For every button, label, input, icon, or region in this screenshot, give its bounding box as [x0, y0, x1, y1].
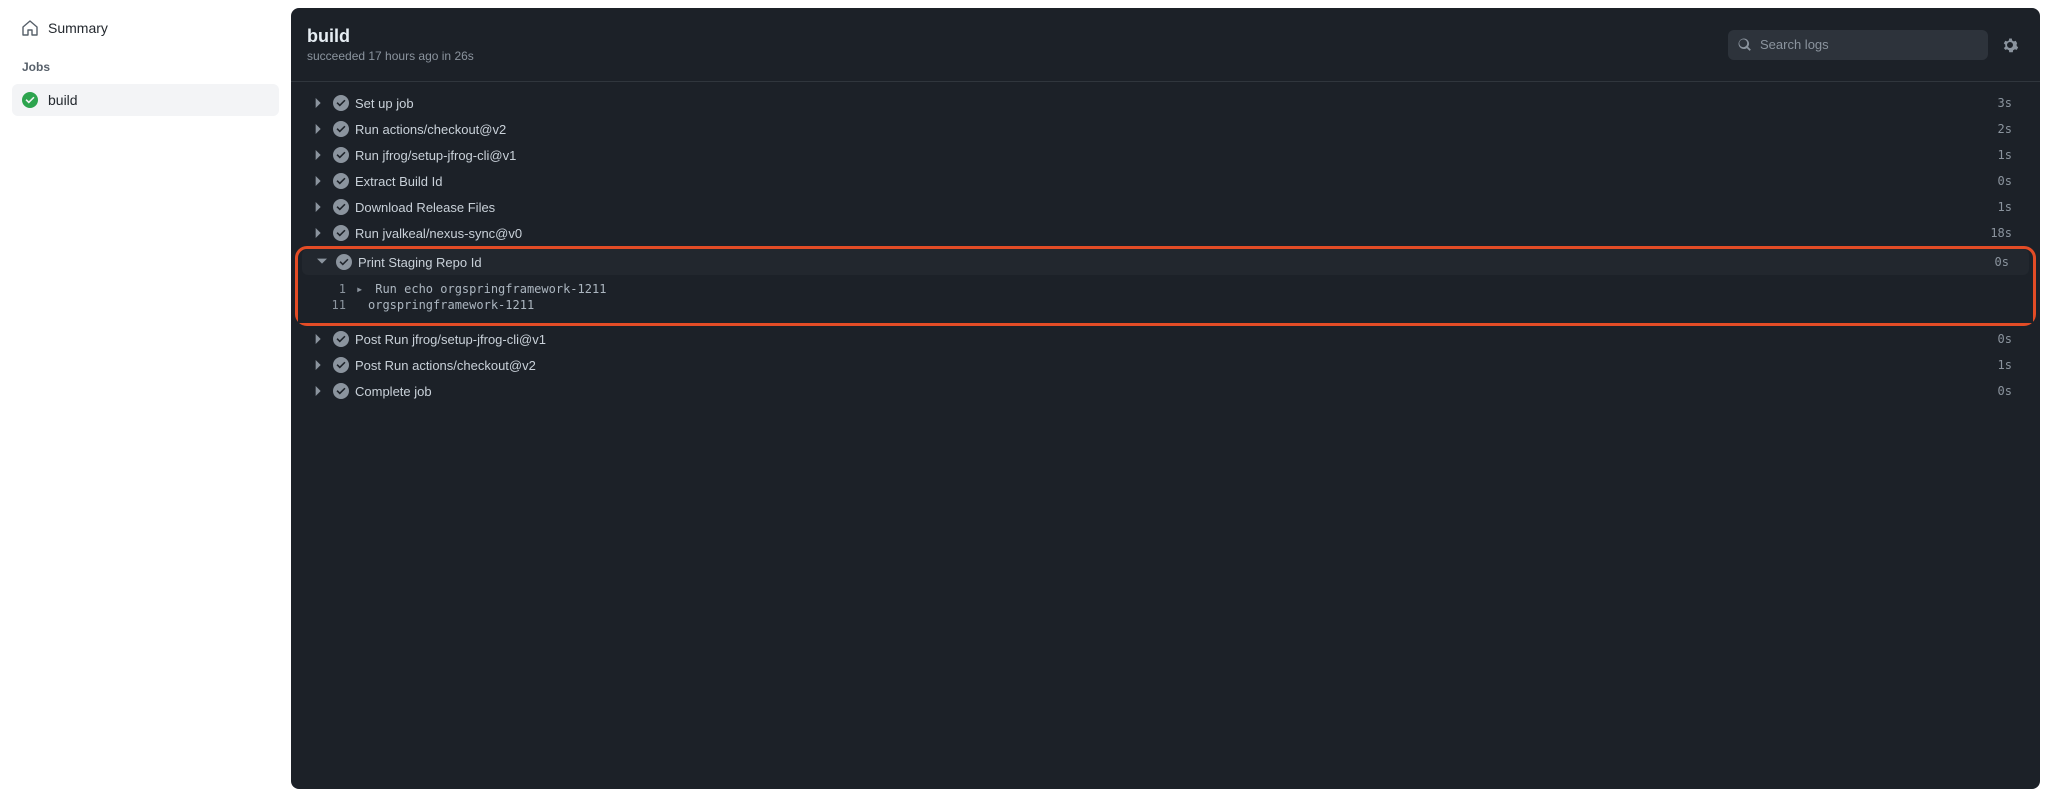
- panel-header: build succeeded 17 hours ago in 26s: [291, 8, 2040, 82]
- check-circle-icon: [22, 92, 38, 108]
- log-line[interactable]: 11 orgspringframework-1211: [298, 297, 2033, 313]
- step-container: Download Release Files1s: [295, 194, 2036, 220]
- check-circle-icon: [327, 173, 355, 189]
- page-subtitle: succeeded 17 hours ago in 26s: [307, 49, 474, 63]
- chevron-right-icon: [311, 334, 327, 344]
- step-row[interactable]: Run actions/checkout@v22s: [299, 116, 2032, 142]
- step-row[interactable]: Complete job0s: [299, 378, 2032, 404]
- step-row[interactable]: Run jvalkeal/nexus-sync@v018s: [299, 220, 2032, 246]
- check-circle-icon: [327, 121, 355, 137]
- log-line-number: 1: [310, 282, 356, 296]
- step-container: Post Run jfrog/setup-jfrog-cli@v10s: [295, 326, 2036, 352]
- step-container: Extract Build Id0s: [295, 168, 2036, 194]
- search-input[interactable]: [1760, 37, 1978, 52]
- chevron-right-icon: [311, 202, 327, 212]
- step-duration: 0s: [1995, 255, 2009, 269]
- step-duration: 0s: [1998, 384, 2012, 398]
- nav-summary-label: Summary: [48, 20, 269, 36]
- chevron-right-icon: [311, 176, 327, 186]
- step-name: Run jfrog/setup-jfrog-cli@v1: [355, 148, 1998, 163]
- jobs-heading: Jobs: [12, 48, 279, 80]
- step-container: Print Staging Repo Id0s 1▸ Run echo orgsp…: [295, 246, 2036, 326]
- step-duration: 1s: [1998, 200, 2012, 214]
- step-name: Set up job: [355, 96, 1998, 111]
- step-row[interactable]: Run jfrog/setup-jfrog-cli@v11s: [299, 142, 2032, 168]
- log-block: 1▸ Run echo orgspringframework-121111org…: [298, 275, 2033, 323]
- check-circle-icon: [327, 95, 355, 111]
- step-container: Run jfrog/setup-jfrog-cli@v11s: [295, 142, 2036, 168]
- step-container: Set up job3s: [295, 90, 2036, 116]
- step-name: Post Run actions/checkout@v2: [355, 358, 1998, 373]
- step-name: Complete job: [355, 384, 1998, 399]
- chevron-right-icon: [311, 124, 327, 134]
- check-circle-icon: [327, 147, 355, 163]
- step-duration: 3s: [1998, 96, 2012, 110]
- chevron-right-icon: [311, 150, 327, 160]
- step-name: Extract Build Id: [355, 174, 1998, 189]
- step-row[interactable]: Download Release Files1s: [299, 194, 2032, 220]
- step-container: Complete job0s: [295, 378, 2036, 404]
- check-circle-icon: [327, 383, 355, 399]
- log-text: Run echo orgspringframework-1211: [368, 282, 2013, 296]
- check-circle-icon: [327, 199, 355, 215]
- chevron-right-icon: [311, 228, 327, 238]
- page-title: build: [307, 26, 474, 47]
- disclosure-triangle-icon: ▸: [356, 282, 368, 296]
- check-circle-icon: [327, 331, 355, 347]
- step-duration: 1s: [1998, 358, 2012, 372]
- home-icon: [22, 20, 38, 36]
- chevron-right-icon: [311, 98, 327, 108]
- sidebar-item-label: build: [48, 92, 269, 108]
- log-line[interactable]: 1▸ Run echo orgspringframework-1211: [298, 281, 2033, 297]
- step-duration: 2s: [1998, 122, 2012, 136]
- search-logs[interactable]: [1728, 30, 1988, 60]
- log-panel: build succeeded 17 hours ago in 26s: [291, 8, 2040, 789]
- step-row[interactable]: Post Run actions/checkout@v21s: [299, 352, 2032, 378]
- step-row[interactable]: Set up job3s: [299, 90, 2032, 116]
- steps-list: Set up job3sRun actions/checkout@v22sRun…: [291, 82, 2040, 789]
- disclosure-triangle-icon: [356, 298, 368, 312]
- check-circle-icon: [327, 357, 355, 373]
- gear-icon: [2002, 37, 2018, 53]
- nav-summary[interactable]: Summary: [12, 12, 279, 44]
- step-container: Run actions/checkout@v22s: [295, 116, 2036, 142]
- sidebar: Summary Jobs build: [0, 0, 291, 797]
- step-row[interactable]: Post Run jfrog/setup-jfrog-cli@v10s: [299, 326, 2032, 352]
- step-row[interactable]: Print Staging Repo Id0s: [302, 249, 2029, 275]
- main: build succeeded 17 hours ago in 26s: [291, 0, 2048, 797]
- search-icon: [1738, 38, 1752, 52]
- step-duration: 18s: [1990, 226, 2012, 240]
- step-duration: 1s: [1998, 148, 2012, 162]
- step-name: Run actions/checkout@v2: [355, 122, 1998, 137]
- chevron-right-icon: [311, 386, 327, 396]
- step-duration: 0s: [1998, 174, 2012, 188]
- check-circle-icon: [330, 254, 358, 270]
- step-container: Post Run actions/checkout@v21s: [295, 352, 2036, 378]
- step-name: Download Release Files: [355, 200, 1998, 215]
- log-text: orgspringframework-1211: [368, 298, 2013, 312]
- step-row[interactable]: Extract Build Id0s: [299, 168, 2032, 194]
- chevron-right-icon: [311, 360, 327, 370]
- step-container: Run jvalkeal/nexus-sync@v018s: [295, 220, 2036, 246]
- chevron-down-icon: [314, 257, 330, 267]
- step-duration: 0s: [1998, 332, 2012, 346]
- sidebar-item-job[interactable]: build: [12, 84, 279, 116]
- step-name: Post Run jfrog/setup-jfrog-cli@v1: [355, 332, 1998, 347]
- check-circle-icon: [327, 225, 355, 241]
- log-line-number: 11: [310, 298, 356, 312]
- settings-button[interactable]: [1996, 31, 2024, 59]
- step-name: Run jvalkeal/nexus-sync@v0: [355, 226, 1990, 241]
- step-name: Print Staging Repo Id: [358, 255, 1995, 270]
